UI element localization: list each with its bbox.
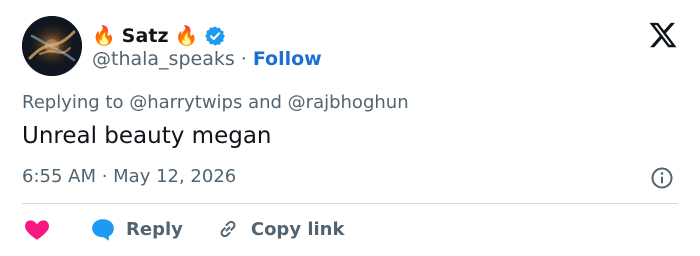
reply-button[interactable]: Reply [90,217,183,241]
author-display-name[interactable]: Satz [122,25,169,47]
link-icon [220,220,236,238]
like-button[interactable] [24,217,50,241]
replying-to-text: Replying to @harrytwips and @rajbhoghun [22,92,409,113]
author-handle[interactable]: @thala_speaks [92,48,235,70]
reply-label: Reply [126,218,183,240]
copy-link-button[interactable]: Copy link [215,217,345,241]
divider [22,203,678,204]
x-logo-icon[interactable] [648,20,678,50]
reply-bubble-icon [92,219,114,241]
separator-dot: · [240,48,247,70]
avatar-image [22,16,82,76]
verified-badge-icon [204,25,226,47]
fire-emoji-icon: 🔥 [92,24,116,47]
tweet-text: Unreal beauty megan [22,123,272,149]
tweet-timestamp[interactable]: 6:55 AM · May 12, 2026 [22,166,236,187]
tweet-embed-card: 🔥 Satz 🔥 @thala_speaks · Follow Replying… [0,0,700,256]
heart-icon [24,220,50,240]
tweet-actions: Reply Copy link [24,214,344,244]
author-handle-row: @thala_speaks · Follow [92,48,322,70]
author-name-row: 🔥 Satz 🔥 [92,22,226,50]
copy-link-label: Copy link [250,218,345,240]
info-icon[interactable] [650,166,674,190]
follow-button[interactable]: Follow [253,48,322,70]
avatar[interactable] [22,16,82,76]
fire-emoji-icon: 🔥 [174,24,199,47]
